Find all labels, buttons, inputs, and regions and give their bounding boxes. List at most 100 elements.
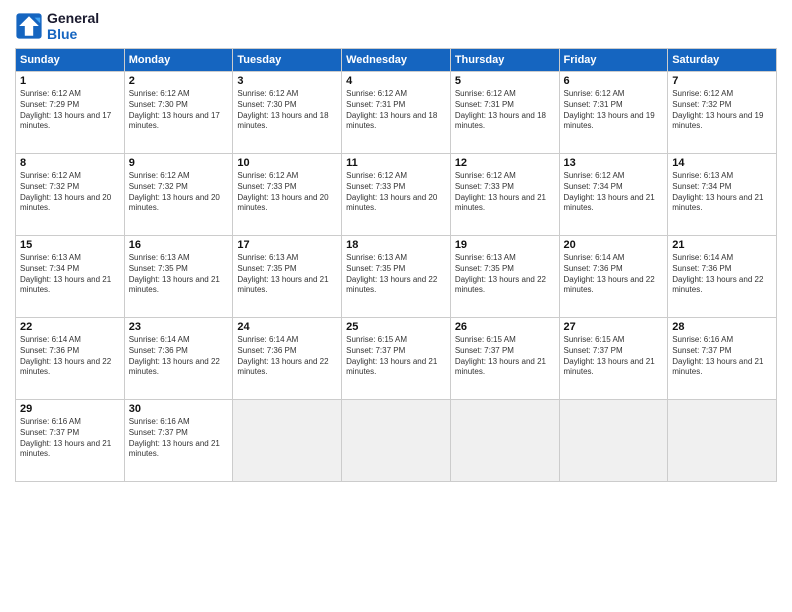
day-info: Sunrise: 6:13 AM Sunset: 7:35 PM Dayligh… bbox=[455, 253, 555, 296]
day-number: 27 bbox=[564, 321, 664, 333]
day-number: 10 bbox=[237, 157, 337, 169]
day-number: 11 bbox=[346, 157, 446, 169]
weekday-header-wednesday: Wednesday bbox=[342, 49, 451, 72]
day-cell: 23 Sunrise: 6:14 AM Sunset: 7:36 PM Dayl… bbox=[124, 318, 233, 400]
day-info: Sunrise: 6:14 AM Sunset: 7:36 PM Dayligh… bbox=[129, 335, 229, 378]
day-number: 26 bbox=[455, 321, 555, 333]
empty-cell bbox=[233, 400, 342, 482]
day-cell: 5 Sunrise: 6:12 AM Sunset: 7:31 PM Dayli… bbox=[450, 72, 559, 154]
weekday-header-sunday: Sunday bbox=[16, 49, 125, 72]
day-cell: 30 Sunrise: 6:16 AM Sunset: 7:37 PM Dayl… bbox=[124, 400, 233, 482]
day-info: Sunrise: 6:13 AM Sunset: 7:35 PM Dayligh… bbox=[346, 253, 446, 296]
day-cell: 4 Sunrise: 6:12 AM Sunset: 7:31 PM Dayli… bbox=[342, 72, 451, 154]
day-info: Sunrise: 6:13 AM Sunset: 7:35 PM Dayligh… bbox=[129, 253, 229, 296]
day-cell: 21 Sunrise: 6:14 AM Sunset: 7:36 PM Dayl… bbox=[668, 236, 777, 318]
day-info: Sunrise: 6:13 AM Sunset: 7:34 PM Dayligh… bbox=[20, 253, 120, 296]
day-number: 5 bbox=[455, 75, 555, 87]
calendar-week-row: 29 Sunrise: 6:16 AM Sunset: 7:37 PM Dayl… bbox=[16, 400, 777, 482]
day-number: 9 bbox=[129, 157, 229, 169]
day-info: Sunrise: 6:13 AM Sunset: 7:34 PM Dayligh… bbox=[672, 171, 772, 214]
day-info: Sunrise: 6:15 AM Sunset: 7:37 PM Dayligh… bbox=[455, 335, 555, 378]
weekday-header-saturday: Saturday bbox=[668, 49, 777, 72]
day-cell: 9 Sunrise: 6:12 AM Sunset: 7:32 PM Dayli… bbox=[124, 154, 233, 236]
day-cell: 11 Sunrise: 6:12 AM Sunset: 7:33 PM Dayl… bbox=[342, 154, 451, 236]
day-cell: 13 Sunrise: 6:12 AM Sunset: 7:34 PM Dayl… bbox=[559, 154, 668, 236]
day-info: Sunrise: 6:12 AM Sunset: 7:33 PM Dayligh… bbox=[455, 171, 555, 214]
day-info: Sunrise: 6:15 AM Sunset: 7:37 PM Dayligh… bbox=[346, 335, 446, 378]
day-number: 12 bbox=[455, 157, 555, 169]
day-cell: 2 Sunrise: 6:12 AM Sunset: 7:30 PM Dayli… bbox=[124, 72, 233, 154]
day-info: Sunrise: 6:15 AM Sunset: 7:37 PM Dayligh… bbox=[564, 335, 664, 378]
day-number: 23 bbox=[129, 321, 229, 333]
day-info: Sunrise: 6:13 AM Sunset: 7:35 PM Dayligh… bbox=[237, 253, 337, 296]
day-number: 20 bbox=[564, 239, 664, 251]
day-cell: 7 Sunrise: 6:12 AM Sunset: 7:32 PM Dayli… bbox=[668, 72, 777, 154]
day-cell: 8 Sunrise: 6:12 AM Sunset: 7:32 PM Dayli… bbox=[16, 154, 125, 236]
calendar-week-row: 8 Sunrise: 6:12 AM Sunset: 7:32 PM Dayli… bbox=[16, 154, 777, 236]
day-number: 24 bbox=[237, 321, 337, 333]
day-number: 17 bbox=[237, 239, 337, 251]
weekday-header-friday: Friday bbox=[559, 49, 668, 72]
day-cell: 25 Sunrise: 6:15 AM Sunset: 7:37 PM Dayl… bbox=[342, 318, 451, 400]
empty-cell bbox=[559, 400, 668, 482]
day-cell: 17 Sunrise: 6:13 AM Sunset: 7:35 PM Dayl… bbox=[233, 236, 342, 318]
day-number: 8 bbox=[20, 157, 120, 169]
day-number: 6 bbox=[564, 75, 664, 87]
day-info: Sunrise: 6:14 AM Sunset: 7:36 PM Dayligh… bbox=[672, 253, 772, 296]
day-cell: 6 Sunrise: 6:12 AM Sunset: 7:31 PM Dayli… bbox=[559, 72, 668, 154]
day-info: Sunrise: 6:12 AM Sunset: 7:31 PM Dayligh… bbox=[564, 89, 664, 132]
empty-cell bbox=[342, 400, 451, 482]
day-number: 7 bbox=[672, 75, 772, 87]
calendar-page: General Blue SundayMondayTuesdayWednesda… bbox=[0, 0, 792, 612]
day-cell: 1 Sunrise: 6:12 AM Sunset: 7:29 PM Dayli… bbox=[16, 72, 125, 154]
day-info: Sunrise: 6:12 AM Sunset: 7:33 PM Dayligh… bbox=[237, 171, 337, 214]
day-info: Sunrise: 6:14 AM Sunset: 7:36 PM Dayligh… bbox=[564, 253, 664, 296]
weekday-header-thursday: Thursday bbox=[450, 49, 559, 72]
day-number: 16 bbox=[129, 239, 229, 251]
calendar-week-row: 22 Sunrise: 6:14 AM Sunset: 7:36 PM Dayl… bbox=[16, 318, 777, 400]
day-number: 2 bbox=[129, 75, 229, 87]
day-cell: 27 Sunrise: 6:15 AM Sunset: 7:37 PM Dayl… bbox=[559, 318, 668, 400]
day-number: 14 bbox=[672, 157, 772, 169]
day-cell: 29 Sunrise: 6:16 AM Sunset: 7:37 PM Dayl… bbox=[16, 400, 125, 482]
logo-text: General Blue bbox=[47, 10, 99, 42]
day-number: 30 bbox=[129, 403, 229, 415]
day-info: Sunrise: 6:12 AM Sunset: 7:32 PM Dayligh… bbox=[672, 89, 772, 132]
day-cell: 19 Sunrise: 6:13 AM Sunset: 7:35 PM Dayl… bbox=[450, 236, 559, 318]
calendar-table: SundayMondayTuesdayWednesdayThursdayFrid… bbox=[15, 48, 777, 482]
day-cell: 10 Sunrise: 6:12 AM Sunset: 7:33 PM Dayl… bbox=[233, 154, 342, 236]
day-info: Sunrise: 6:16 AM Sunset: 7:37 PM Dayligh… bbox=[129, 417, 229, 460]
day-info: Sunrise: 6:12 AM Sunset: 7:32 PM Dayligh… bbox=[129, 171, 229, 214]
day-info: Sunrise: 6:12 AM Sunset: 7:33 PM Dayligh… bbox=[346, 171, 446, 214]
day-cell: 26 Sunrise: 6:15 AM Sunset: 7:37 PM Dayl… bbox=[450, 318, 559, 400]
day-cell: 16 Sunrise: 6:13 AM Sunset: 7:35 PM Dayl… bbox=[124, 236, 233, 318]
day-info: Sunrise: 6:16 AM Sunset: 7:37 PM Dayligh… bbox=[20, 417, 120, 460]
day-cell: 28 Sunrise: 6:16 AM Sunset: 7:37 PM Dayl… bbox=[668, 318, 777, 400]
day-info: Sunrise: 6:16 AM Sunset: 7:37 PM Dayligh… bbox=[672, 335, 772, 378]
day-cell: 22 Sunrise: 6:14 AM Sunset: 7:36 PM Dayl… bbox=[16, 318, 125, 400]
day-cell: 12 Sunrise: 6:12 AM Sunset: 7:33 PM Dayl… bbox=[450, 154, 559, 236]
day-cell: 14 Sunrise: 6:13 AM Sunset: 7:34 PM Dayl… bbox=[668, 154, 777, 236]
calendar-week-row: 1 Sunrise: 6:12 AM Sunset: 7:29 PM Dayli… bbox=[16, 72, 777, 154]
page-header: General Blue bbox=[15, 10, 777, 42]
day-number: 1 bbox=[20, 75, 120, 87]
day-cell: 3 Sunrise: 6:12 AM Sunset: 7:30 PM Dayli… bbox=[233, 72, 342, 154]
empty-cell bbox=[450, 400, 559, 482]
day-number: 21 bbox=[672, 239, 772, 251]
day-info: Sunrise: 6:14 AM Sunset: 7:36 PM Dayligh… bbox=[20, 335, 120, 378]
day-number: 13 bbox=[564, 157, 664, 169]
day-cell: 24 Sunrise: 6:14 AM Sunset: 7:36 PM Dayl… bbox=[233, 318, 342, 400]
day-info: Sunrise: 6:12 AM Sunset: 7:32 PM Dayligh… bbox=[20, 171, 120, 214]
day-number: 29 bbox=[20, 403, 120, 415]
day-number: 3 bbox=[237, 75, 337, 87]
day-number: 18 bbox=[346, 239, 446, 251]
day-info: Sunrise: 6:12 AM Sunset: 7:29 PM Dayligh… bbox=[20, 89, 120, 132]
day-number: 4 bbox=[346, 75, 446, 87]
calendar-week-row: 15 Sunrise: 6:13 AM Sunset: 7:34 PM Dayl… bbox=[16, 236, 777, 318]
day-number: 22 bbox=[20, 321, 120, 333]
day-info: Sunrise: 6:12 AM Sunset: 7:31 PM Dayligh… bbox=[346, 89, 446, 132]
day-number: 28 bbox=[672, 321, 772, 333]
day-number: 15 bbox=[20, 239, 120, 251]
empty-cell bbox=[668, 400, 777, 482]
day-info: Sunrise: 6:12 AM Sunset: 7:30 PM Dayligh… bbox=[129, 89, 229, 132]
